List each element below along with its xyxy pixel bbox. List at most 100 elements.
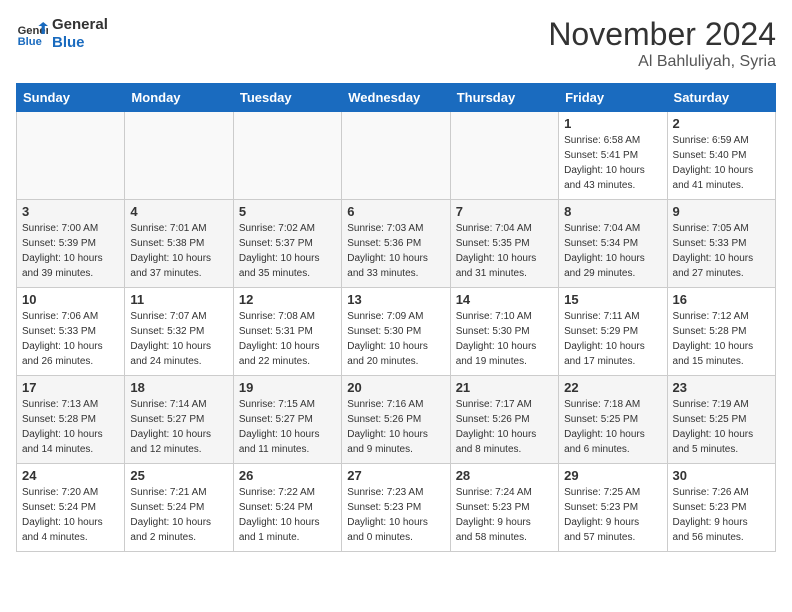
- day-info: Sunrise: 7:11 AM Sunset: 5:29 PM Dayligh…: [564, 309, 661, 369]
- day-number: 24: [22, 468, 119, 483]
- day-number: 27: [347, 468, 444, 483]
- weekday-header-monday: Monday: [125, 84, 233, 112]
- week-row-3: 10 Sunrise: 7:06 AM Sunset: 5:33 PM Dayli…: [17, 288, 776, 376]
- calendar-cell: 14Sunrise: 7:10 AM Sunset: 5:30 PM Dayli…: [450, 288, 558, 376]
- day-info: Sunrise: 7:19 AM Sunset: 5:25 PM Dayligh…: [673, 397, 770, 457]
- calendar-cell: [450, 112, 558, 200]
- calendar-cell: 8 Sunrise: 7:04 AM Sunset: 5:34 PM Daylig…: [559, 200, 667, 288]
- day-info: Sunrise: 7:01 AM Sunset: 5:38 PM Dayligh…: [130, 221, 227, 281]
- calendar-cell: 17Sunrise: 7:13 AM Sunset: 5:28 PM Dayli…: [17, 376, 125, 464]
- day-info: Sunrise: 7:00 AM Sunset: 5:39 PM Dayligh…: [22, 221, 119, 281]
- day-number: 8: [564, 204, 661, 219]
- day-number: 25: [130, 468, 227, 483]
- day-number: 17: [22, 380, 119, 395]
- calendar-cell: 6Sunrise: 7:03 AM Sunset: 5:36 PM Daylig…: [342, 200, 450, 288]
- day-info: Sunrise: 7:05 AM Sunset: 5:33 PM Dayligh…: [673, 221, 770, 281]
- weekday-header-wednesday: Wednesday: [342, 84, 450, 112]
- calendar-cell: [342, 112, 450, 200]
- day-number: 11: [130, 292, 227, 307]
- calendar-cell: 29 Sunrise: 7:25 AM Sunset: 5:23 PM Dayli…: [559, 464, 667, 552]
- day-info: Sunrise: 7:12 AM Sunset: 5:28 PM Dayligh…: [673, 309, 770, 369]
- day-number: 18: [130, 380, 227, 395]
- day-number: 22: [564, 380, 661, 395]
- calendar-cell: 18 Sunrise: 7:14 AM Sunset: 5:27 PM Dayli…: [125, 376, 233, 464]
- calendar-cell: 22Sunrise: 7:18 AM Sunset: 5:25 PM Dayli…: [559, 376, 667, 464]
- calendar-cell: [233, 112, 341, 200]
- weekday-header-tuesday: Tuesday: [233, 84, 341, 112]
- day-number: 10: [22, 292, 119, 307]
- calendar-cell: 25Sunrise: 7:21 AM Sunset: 5:24 PM Dayli…: [125, 464, 233, 552]
- day-info: Sunrise: 7:09 AM Sunset: 5:30 PM Dayligh…: [347, 309, 444, 369]
- calendar-cell: 16 Sunrise: 7:12 AM Sunset: 5:28 PM Dayli…: [667, 288, 775, 376]
- day-number: 12: [239, 292, 336, 307]
- logo: General Blue General Blue: [16, 16, 108, 52]
- calendar-cell: 7 Sunrise: 7:04 AM Sunset: 5:35 PM Daylig…: [450, 200, 558, 288]
- calendar-cell: 2 Sunrise: 6:59 AM Sunset: 5:40 PM Daylig…: [667, 112, 775, 200]
- calendar-cell: 11 Sunrise: 7:07 AM Sunset: 5:32 PM Dayli…: [125, 288, 233, 376]
- calendar-cell: 26 Sunrise: 7:22 AM Sunset: 5:24 PM Dayli…: [233, 464, 341, 552]
- logo-general: General: [52, 16, 108, 34]
- calendar-cell: 24Sunrise: 7:20 AM Sunset: 5:24 PM Dayli…: [17, 464, 125, 552]
- day-number: 15: [564, 292, 661, 307]
- calendar-cell: 10 Sunrise: 7:06 AM Sunset: 5:33 PM Dayli…: [17, 288, 125, 376]
- day-number: 26: [239, 468, 336, 483]
- week-row-4: 17Sunrise: 7:13 AM Sunset: 5:28 PM Dayli…: [17, 376, 776, 464]
- day-number: 13: [347, 292, 444, 307]
- day-number: 4: [130, 204, 227, 219]
- day-number: 28: [456, 468, 553, 483]
- week-row-1: 1 Sunrise: 6:58 AM Sunset: 5:41 PM Daylig…: [17, 112, 776, 200]
- svg-text:Blue: Blue: [18, 36, 42, 48]
- title-block: November 2024 Al Bahluliyah, Syria: [548, 16, 776, 71]
- day-info: Sunrise: 7:03 AM Sunset: 5:36 PM Dayligh…: [347, 221, 444, 281]
- calendar-cell: 20 Sunrise: 7:16 AM Sunset: 5:26 PM Dayli…: [342, 376, 450, 464]
- calendar-table: SundayMondayTuesdayWednesdayThursdayFrid…: [16, 83, 776, 552]
- day-info: Sunrise: 7:04 AM Sunset: 5:34 PM Dayligh…: [564, 221, 661, 281]
- day-number: 20: [347, 380, 444, 395]
- logo-blue: Blue: [52, 34, 108, 52]
- day-number: 29: [564, 468, 661, 483]
- day-info: Sunrise: 7:22 AM Sunset: 5:24 PM Dayligh…: [239, 485, 336, 545]
- calendar-cell: 12Sunrise: 7:08 AM Sunset: 5:31 PM Dayli…: [233, 288, 341, 376]
- day-number: 21: [456, 380, 553, 395]
- day-info: Sunrise: 6:58 AM Sunset: 5:41 PM Dayligh…: [564, 133, 661, 193]
- day-number: 16: [673, 292, 770, 307]
- day-info: Sunrise: 7:02 AM Sunset: 5:37 PM Dayligh…: [239, 221, 336, 281]
- weekday-header-thursday: Thursday: [450, 84, 558, 112]
- weekday-header-friday: Friday: [559, 84, 667, 112]
- day-number: 5: [239, 204, 336, 219]
- day-info: Sunrise: 7:23 AM Sunset: 5:23 PM Dayligh…: [347, 485, 444, 545]
- day-number: 9: [673, 204, 770, 219]
- month-title: November 2024: [548, 16, 776, 53]
- calendar-cell: 19Sunrise: 7:15 AM Sunset: 5:27 PM Dayli…: [233, 376, 341, 464]
- day-info: Sunrise: 7:26 AM Sunset: 5:23 PM Dayligh…: [673, 485, 770, 545]
- day-number: 30: [673, 468, 770, 483]
- day-info: Sunrise: 7:07 AM Sunset: 5:32 PM Dayligh…: [130, 309, 227, 369]
- calendar-cell: [17, 112, 125, 200]
- day-info: Sunrise: 7:16 AM Sunset: 5:26 PM Dayligh…: [347, 397, 444, 457]
- calendar-cell: 9 Sunrise: 7:05 AM Sunset: 5:33 PM Daylig…: [667, 200, 775, 288]
- week-row-2: 3 Sunrise: 7:00 AM Sunset: 5:39 PM Daylig…: [17, 200, 776, 288]
- day-info: Sunrise: 7:06 AM Sunset: 5:33 PM Dayligh…: [22, 309, 119, 369]
- week-row-5: 24Sunrise: 7:20 AM Sunset: 5:24 PM Dayli…: [17, 464, 776, 552]
- logo-icon: General Blue: [16, 18, 48, 50]
- location-subtitle: Al Bahluliyah, Syria: [548, 53, 776, 71]
- day-number: 3: [22, 204, 119, 219]
- day-number: 14: [456, 292, 553, 307]
- day-info: Sunrise: 7:17 AM Sunset: 5:26 PM Dayligh…: [456, 397, 553, 457]
- calendar-cell: 30 Sunrise: 7:26 AM Sunset: 5:23 PM Dayli…: [667, 464, 775, 552]
- day-info: Sunrise: 7:24 AM Sunset: 5:23 PM Dayligh…: [456, 485, 553, 545]
- day-info: Sunrise: 7:14 AM Sunset: 5:27 PM Dayligh…: [130, 397, 227, 457]
- calendar-cell: 4 Sunrise: 7:01 AM Sunset: 5:38 PM Daylig…: [125, 200, 233, 288]
- day-info: Sunrise: 6:59 AM Sunset: 5:40 PM Dayligh…: [673, 133, 770, 193]
- day-info: Sunrise: 7:25 AM Sunset: 5:23 PM Dayligh…: [564, 485, 661, 545]
- calendar-cell: 28 Sunrise: 7:24 AM Sunset: 5:23 PM Dayli…: [450, 464, 558, 552]
- day-number: 2: [673, 116, 770, 131]
- day-number: 1: [564, 116, 661, 131]
- page-header: General Blue General Blue November 2024 …: [16, 16, 776, 71]
- day-info: Sunrise: 7:04 AM Sunset: 5:35 PM Dayligh…: [456, 221, 553, 281]
- calendar-cell: 27 Sunrise: 7:23 AM Sunset: 5:23 PM Dayli…: [342, 464, 450, 552]
- day-number: 23: [673, 380, 770, 395]
- weekday-header-row: SundayMondayTuesdayWednesdayThursdayFrid…: [17, 84, 776, 112]
- calendar-cell: 5 Sunrise: 7:02 AM Sunset: 5:37 PM Daylig…: [233, 200, 341, 288]
- day-number: 7: [456, 204, 553, 219]
